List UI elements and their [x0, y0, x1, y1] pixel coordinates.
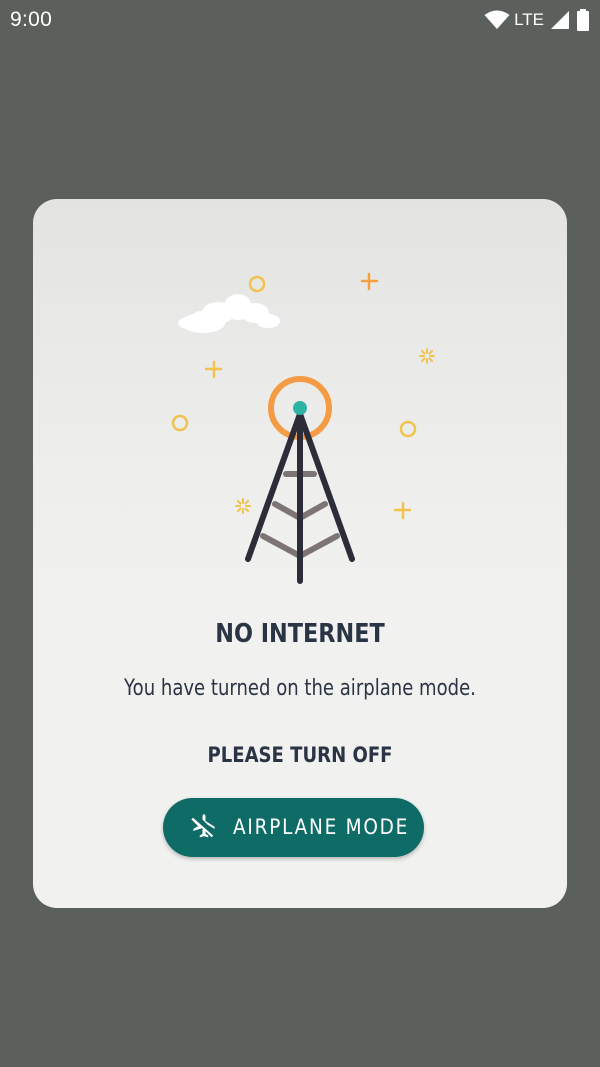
sparkle-circle-icon	[399, 420, 417, 438]
dialog-title: NO INTERNET	[215, 619, 385, 649]
sparkle-circle-icon	[248, 275, 266, 293]
battery-icon	[577, 9, 589, 31]
dialog-message: You have turned on the airplane mode.	[124, 676, 476, 701]
sparkle-plus-icon	[393, 501, 412, 520]
status-icons: LTE	[484, 8, 590, 32]
airplane-mode-button-label: AIRPLANE MODE	[233, 815, 410, 839]
cell-tower-illustration	[171, 272, 435, 584]
dialog-instruction: PLEASE TURN OFF	[207, 743, 393, 767]
status-time: 9:00	[10, 8, 53, 31]
no-internet-dialog: NO INTERNET You have turned on the airpl…	[33, 199, 567, 908]
cell-signal-icon	[551, 11, 569, 29]
airplane-mode-button[interactable]: AIRPLANE MODE	[163, 798, 424, 857]
sparkle-star-icon	[235, 498, 251, 514]
wifi-icon	[484, 10, 510, 29]
tower-frame	[245, 411, 355, 584]
network-type-label: LTE	[514, 10, 544, 29]
sparkle-plus-icon	[360, 272, 379, 291]
sparkle-circle-icon	[171, 414, 189, 432]
sparkle-plus-icon	[204, 360, 223, 379]
airplane-off-icon	[191, 814, 215, 838]
tower-antenna-dot	[293, 401, 307, 415]
sparkle-star-icon	[419, 348, 435, 364]
cloud-icon	[178, 294, 280, 333]
status-bar: 9:00 LTE	[0, 0, 600, 40]
